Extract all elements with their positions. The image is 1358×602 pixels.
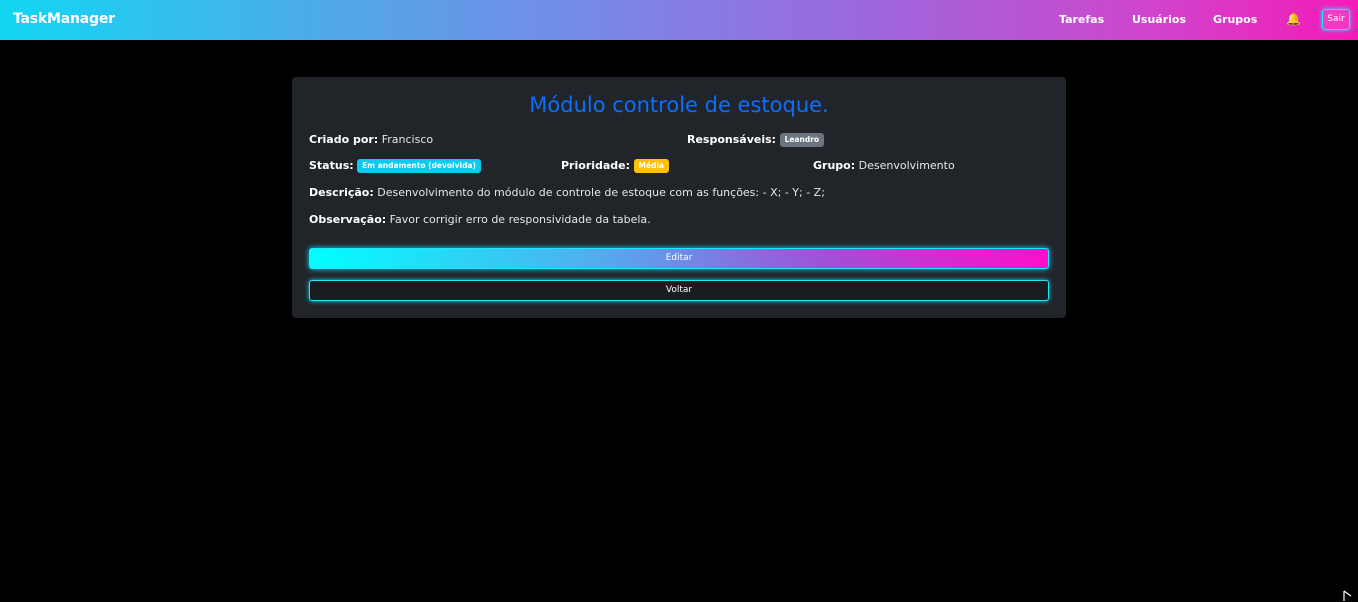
group-field: Grupo: Desenvolvimento bbox=[813, 159, 955, 172]
assignees-label: Responsáveis: bbox=[687, 133, 777, 146]
mouse-cursor-icon bbox=[1343, 590, 1352, 601]
observation-label: Observação: bbox=[309, 213, 387, 226]
nav-link-usuarios[interactable]: Usuários bbox=[1132, 13, 1186, 26]
status-label: Status: bbox=[309, 159, 354, 172]
status-field: Status: Em andamento (devolvida) bbox=[309, 159, 481, 173]
nav-link-grupos[interactable]: Grupos bbox=[1213, 13, 1257, 26]
task-title: Módulo controle de estoque. bbox=[529, 93, 829, 117]
created-by-value: Francisco bbox=[381, 133, 434, 146]
brand-logo[interactable]: TaskManager bbox=[13, 11, 115, 27]
group-value: Desenvolvimento bbox=[858, 159, 955, 172]
priority-label: Prioridade: bbox=[561, 159, 631, 172]
nav-link-tarefas[interactable]: Tarefas bbox=[1059, 13, 1104, 26]
edit-button[interactable]: Editar bbox=[309, 248, 1049, 269]
priority-badge: Média bbox=[633, 159, 670, 173]
priority-field: Prioridade: Média bbox=[561, 159, 670, 173]
assignee-badge: Leandro bbox=[779, 133, 825, 147]
description-value: Desenvolvimento do módulo de controle de… bbox=[377, 186, 825, 199]
description-label: Descrição: bbox=[309, 186, 374, 199]
observation-value: Favor corrigir erro de responsividade da… bbox=[389, 213, 651, 226]
description-field: Descrição: Desenvolvimento do módulo de … bbox=[309, 186, 825, 199]
logout-button[interactable]: Sair bbox=[1322, 9, 1350, 30]
assignees-field: Responsáveis: Leandro bbox=[687, 133, 825, 147]
created-by-label: Criado por: bbox=[309, 133, 379, 146]
bell-icon[interactable]: 🔔 bbox=[1286, 12, 1301, 26]
task-detail-card: Módulo controle de estoque. Criado por: … bbox=[292, 77, 1066, 318]
top-navbar: TaskManager Tarefas Usuários Grupos 🔔 Sa… bbox=[0, 0, 1358, 40]
created-by-field: Criado por: Francisco bbox=[309, 133, 433, 146]
status-badge: Em andamento (devolvida) bbox=[357, 159, 481, 173]
group-label: Grupo: bbox=[813, 159, 856, 172]
back-button[interactable]: Voltar bbox=[309, 280, 1049, 301]
observation-field: Observação: Favor corrigir erro de respo… bbox=[309, 213, 651, 226]
